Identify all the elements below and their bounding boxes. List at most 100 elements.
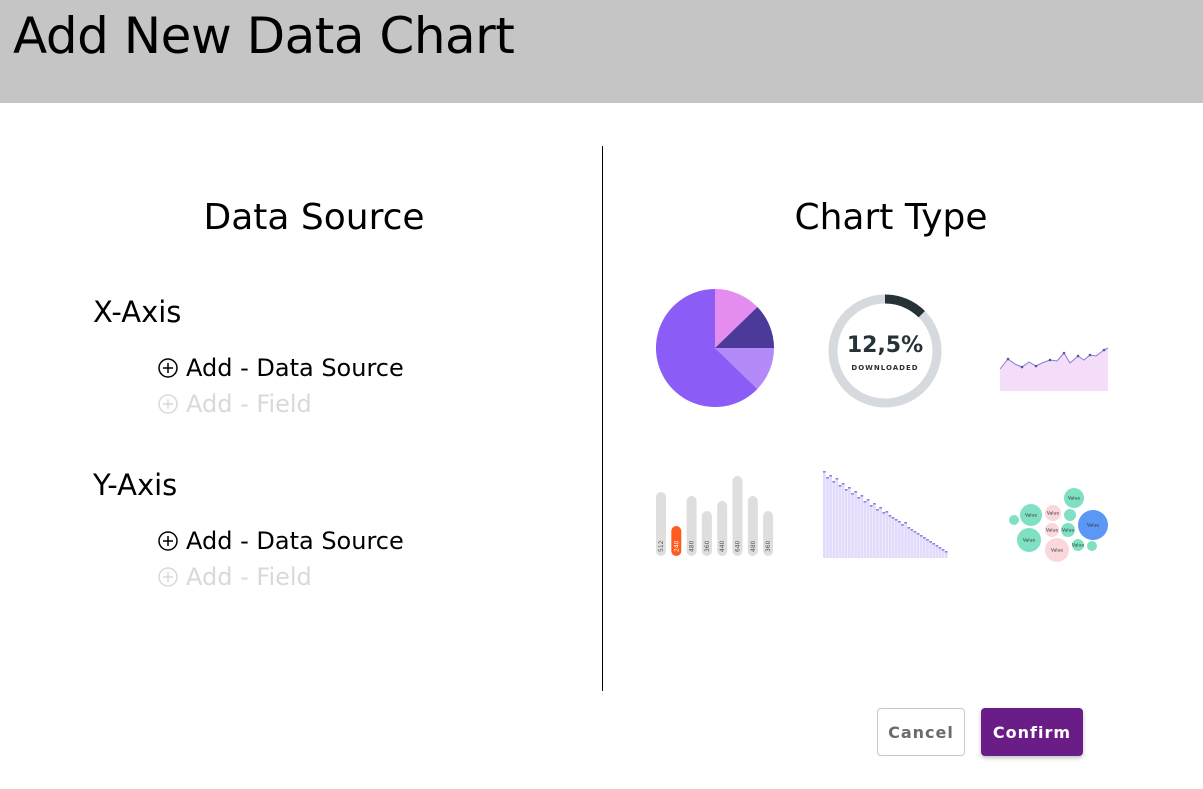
histogram-bar (869, 506, 873, 558)
histogram-cap (898, 521, 901, 523)
bubble-mark (1009, 515, 1019, 525)
histogram-bar (919, 536, 923, 558)
bubble-mark (1087, 541, 1097, 551)
histogram-cap (857, 497, 861, 499)
histogram-cap (913, 531, 917, 533)
histogram-bar (904, 523, 907, 558)
histogram-cap (848, 487, 851, 489)
dialog-title: Add New Data Chart (13, 7, 515, 65)
bubble-chart-icon: Value Value Value Value Value Value Value Value… (1009, 488, 1108, 562)
bubble-label: Value (1023, 538, 1036, 544)
y-axis-add-data-source-button[interactable]: Add - Data Source (158, 526, 404, 556)
histogram-cap (894, 519, 898, 521)
y-axis-title: Y-Axis (93, 468, 178, 502)
plus-circle-icon (158, 394, 178, 414)
bubble-label: Value (1047, 511, 1060, 517)
histogram-bar (882, 513, 886, 558)
bar-label: 360 (765, 540, 772, 552)
histogram-bar (851, 494, 854, 558)
histogram-cap (851, 493, 854, 495)
histogram-cap (869, 505, 873, 507)
histogram-cap (838, 485, 842, 487)
histogram-bar (923, 538, 926, 558)
histogram-bar (898, 522, 901, 558)
y-axis-add-field-button[interactable]: Add - Field (158, 562, 312, 592)
histogram-cap (844, 489, 848, 491)
histogram-cap (823, 471, 826, 473)
histogram-bar (885, 512, 889, 558)
histogram-bar (823, 472, 826, 558)
histogram-bar (835, 479, 839, 558)
bar-label: 512 (658, 540, 665, 552)
chart-type-option-bubble[interactable]: Value Value Value Value Value Value Value Value… (1006, 484, 1114, 566)
bar-label: 480 (689, 540, 696, 552)
histogram-bar (941, 550, 945, 558)
histogram-bar (841, 484, 845, 558)
plus-circle-icon (158, 358, 178, 378)
histogram-cap (879, 507, 882, 509)
histogram-bar (938, 548, 942, 558)
histogram-bar (857, 498, 861, 558)
donut-chart-icon: 12,5% DOWNLOADED (828, 294, 942, 408)
histogram-bar (901, 525, 904, 558)
histogram-bar (894, 520, 898, 558)
histogram-bar (891, 518, 895, 558)
chart-type-option-pie[interactable] (654, 287, 776, 409)
histogram-bar (935, 546, 939, 558)
dialog-header: Add New Data Chart (0, 0, 1203, 103)
histogram-bar (863, 502, 867, 558)
x-axis-add-data-source-button[interactable]: Add - Data Source (158, 353, 404, 383)
histogram-bar (826, 478, 829, 558)
histogram-chart-icon (823, 471, 948, 558)
plus-circle-icon (158, 567, 178, 587)
histogram-cap (826, 477, 829, 479)
bubble-label: Value (1087, 523, 1100, 529)
histogram-cap (926, 539, 929, 541)
histogram-bar (888, 516, 892, 558)
cancel-button[interactable]: Cancel (877, 708, 965, 756)
histogram-bar (926, 540, 929, 558)
bubble-label: Value (1046, 528, 1059, 534)
bar-label: 240 (673, 540, 680, 552)
chart-type-option-area[interactable] (998, 343, 1110, 395)
histogram-bar (944, 552, 948, 558)
histogram-cap (873, 503, 876, 505)
histogram-cap (876, 509, 879, 511)
histogram-cap (904, 522, 907, 524)
bubble-mark (1064, 509, 1076, 521)
confirm-button[interactable]: Confirm (981, 708, 1083, 756)
chart-type-option-bar[interactable]: 512 240 480 360 440 640 480 360 (654, 474, 778, 560)
histogram-cap (916, 533, 920, 535)
chart-type-option-donut[interactable]: 12,5% DOWNLOADED (826, 292, 944, 410)
bubble-label: Value (1072, 543, 1085, 549)
histogram-bar (929, 542, 932, 558)
bubble-label: Value (1051, 548, 1064, 554)
x-axis-add-field-label: Add - Field (186, 390, 312, 418)
chart-type-option-histogram[interactable] (820, 470, 950, 560)
bubble-label: Value (1068, 496, 1081, 502)
bubble-label: Value (1025, 513, 1038, 519)
histogram-cap (832, 481, 836, 483)
histogram-cap (866, 499, 870, 501)
histogram-bar (829, 476, 832, 558)
x-axis-title: X-Axis (93, 295, 182, 329)
x-axis-add-field-button[interactable]: Add - Field (158, 389, 312, 419)
histogram-bar (844, 490, 848, 558)
pie-chart-icon (655, 289, 774, 407)
histogram-cap (854, 491, 857, 493)
histogram-cap (910, 529, 914, 531)
histogram-bar (907, 528, 911, 558)
histogram-bar (854, 492, 857, 558)
histogram-bar (876, 510, 879, 558)
area-chart-icon (999, 347, 1109, 391)
histogram-bar (913, 532, 917, 558)
histogram-cap (841, 483, 845, 485)
plus-circle-icon (158, 531, 178, 551)
histogram-cap (919, 535, 923, 537)
histogram-cap (929, 541, 932, 543)
histogram-cap (829, 475, 832, 477)
histogram-cap (882, 512, 886, 514)
histogram-bar (848, 488, 851, 558)
histogram-bar (873, 504, 876, 558)
histogram-cap (835, 478, 839, 480)
